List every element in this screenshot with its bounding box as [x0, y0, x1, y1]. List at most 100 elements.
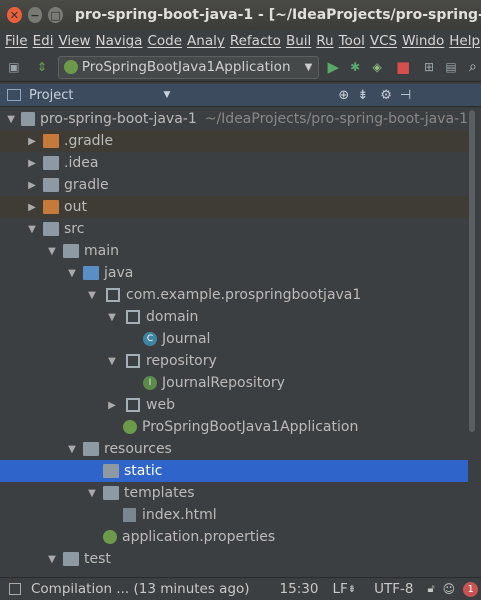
collapsed-arrow-icon[interactable]: ▶	[106, 400, 118, 411]
menu-item[interactable]: Help	[449, 33, 480, 49]
coverage-icon[interactable]: ◈	[369, 59, 385, 75]
expanded-arrow-icon[interactable]: ▼	[46, 554, 58, 565]
tree-item-label: templates	[124, 485, 195, 501]
html-file-icon	[123, 508, 136, 522]
tree-item[interactable]: index.html	[0, 504, 468, 526]
menu-item[interactable]: File	[5, 33, 28, 49]
tool-windows-icon[interactable]	[9, 583, 21, 595]
status-message[interactable]: Compilation ... (13 minutes ago)	[31, 581, 250, 597]
minimize-window-icon[interactable]: −	[27, 7, 43, 23]
menu-item[interactable]: Tool	[339, 33, 365, 49]
tree-item-label: web	[146, 397, 175, 413]
project-panel-header: Project ▼ ⊕ ⇟ ⚙ ⊣	[0, 84, 481, 107]
tree-item[interactable]: ▶ web	[0, 394, 468, 416]
lock-icon[interactable]: 🔓︎	[428, 582, 435, 596]
tree-item[interactable]: ProSpringBootJava1Application	[0, 416, 468, 438]
menu-item[interactable]: VCS	[370, 33, 397, 49]
tree-item[interactable]: ▼ pro-spring-boot-java-1 ~/IdeaProjects/pr…	[0, 108, 468, 130]
tree-item[interactable]: ▼ templates	[0, 482, 468, 504]
collapse-icon[interactable]: ⇟	[357, 88, 368, 103]
build-icon[interactable]: ⇕	[34, 59, 50, 75]
file-encoding[interactable]: UTF-8	[374, 581, 413, 597]
tree-item[interactable]: ▶ out	[0, 196, 468, 218]
expanded-arrow-icon[interactable]: ▼	[106, 356, 118, 367]
tree-item[interactable]: ▼ test	[0, 548, 468, 570]
tree-item[interactable]: ▼ resources	[0, 438, 468, 460]
tree-item-label: .gradle	[64, 133, 114, 149]
project-structure-icon[interactable]: ⊞	[421, 59, 437, 75]
folder-icon	[103, 464, 119, 478]
expanded-arrow-icon[interactable]: ▼	[66, 444, 78, 455]
run-configuration-select[interactable]: ProSpringBootJava1Application ▼	[57, 55, 320, 79]
notifications-badge[interactable]: 1	[463, 581, 479, 597]
folder-icon	[63, 552, 79, 566]
close-window-icon[interactable]: ✕	[7, 7, 22, 23]
package-icon	[126, 398, 140, 412]
folder-icon	[21, 112, 36, 126]
tree-item[interactable]: ▼ repository	[0, 350, 468, 372]
collapsed-arrow-icon[interactable]: ▶	[26, 158, 38, 169]
tree-item[interactable]: ▼ main	[0, 240, 468, 262]
run-configuration-label: ProSpringBootJava1Application	[81, 59, 291, 75]
menu-item[interactable]: Naviga	[96, 33, 143, 49]
tree-item-label: pro-spring-boot-java-1	[40, 111, 197, 127]
collapsed-arrow-icon[interactable]: ▶	[26, 202, 38, 213]
search-icon[interactable]: ⌕	[465, 59, 481, 75]
tree-scrollbar[interactable]	[468, 108, 477, 574]
menu-item[interactable]: Ru	[316, 33, 333, 49]
tree-item-label: com.example.prospringbootjava1	[126, 287, 362, 303]
tree-item[interactable]: ▶ .idea	[0, 152, 468, 174]
debug-icon[interactable]: ✱	[347, 59, 363, 75]
tree-item-label: Journal	[162, 331, 211, 347]
tree-item[interactable]: ▼ java	[0, 262, 468, 284]
tree-item[interactable]: ▼ domain	[0, 306, 468, 328]
tree-item[interactable]: ▶ gradle	[0, 174, 468, 196]
chevron-down-icon[interactable]: ▼	[163, 90, 170, 100]
collapsed-arrow-icon[interactable]: ▶	[26, 180, 38, 191]
menu-bar: File Edi View Naviga Code Analy Refacto Buil Ru T…	[0, 30, 481, 52]
project-view-label[interactable]: Project	[29, 88, 73, 103]
maximize-window-icon[interactable]: □	[48, 7, 63, 23]
sdk-icon[interactable]: ▤	[443, 59, 459, 75]
menu-item[interactable]: Buil	[286, 33, 311, 49]
toolbar: ▣ ⇕ ProSpringBootJava1Application ▼ ▶ ✱ …	[0, 53, 481, 82]
menu-item[interactable]: Edi	[33, 33, 54, 49]
menu-item[interactable]: Windo	[402, 33, 444, 49]
tree-item-label: src	[64, 221, 85, 237]
hide-panel-icon[interactable]: ⊣	[400, 88, 411, 103]
tree-item[interactable]: ▼ src	[0, 218, 468, 240]
tree-item[interactable]: ▼ com.example.prospringbootjava1	[0, 284, 468, 306]
folder-icon	[103, 486, 119, 500]
tree-item[interactable]: static	[0, 460, 468, 482]
expanded-arrow-icon[interactable]: ▼	[26, 224, 38, 235]
line-separator[interactable]: LF	[332, 581, 347, 597]
menu-item[interactable]: Analy	[187, 33, 225, 49]
tree-item[interactable]: I JournalRepository	[0, 372, 468, 394]
tree-item[interactable]: application.properties	[0, 526, 468, 548]
expanded-arrow-icon[interactable]: ▼	[66, 268, 78, 279]
panel-icon	[7, 89, 21, 101]
menu-item[interactable]: View	[58, 33, 90, 49]
tree-item[interactable]: ▶ .gradle	[0, 130, 468, 152]
menu-item[interactable]: Refacto	[230, 33, 281, 49]
collapsed-arrow-icon[interactable]: ▶	[26, 136, 38, 147]
expanded-arrow-icon[interactable]: ▼	[46, 246, 58, 257]
expanded-arrow-icon[interactable]: ▼	[106, 312, 118, 323]
locate-icon[interactable]: ⊕	[338, 88, 349, 103]
folder-icon	[83, 442, 99, 456]
inspector-icon[interactable]: ☺	[443, 582, 456, 596]
folder-icon	[63, 244, 79, 258]
project-tree: ▼ pro-spring-boot-java-1 ~/IdeaProjects/pr…	[0, 108, 468, 574]
expanded-arrow-icon[interactable]: ▼	[86, 290, 98, 301]
scrollbar-thumb[interactable]	[469, 110, 475, 432]
gear-icon[interactable]: ⚙	[380, 88, 392, 103]
expanded-arrow-icon[interactable]: ▼	[6, 114, 16, 125]
expanded-arrow-icon[interactable]: ▼	[86, 488, 98, 499]
spring-boot-icon	[123, 420, 137, 434]
stop-icon[interactable]: ■	[395, 58, 411, 76]
project-folder-icon[interactable]: ▣	[6, 59, 22, 75]
tree-item[interactable]: C Journal	[0, 328, 468, 350]
run-icon[interactable]: ▶	[325, 58, 341, 76]
menu-item[interactable]: Code	[147, 33, 182, 49]
caret-position[interactable]: 15:30	[280, 581, 319, 597]
